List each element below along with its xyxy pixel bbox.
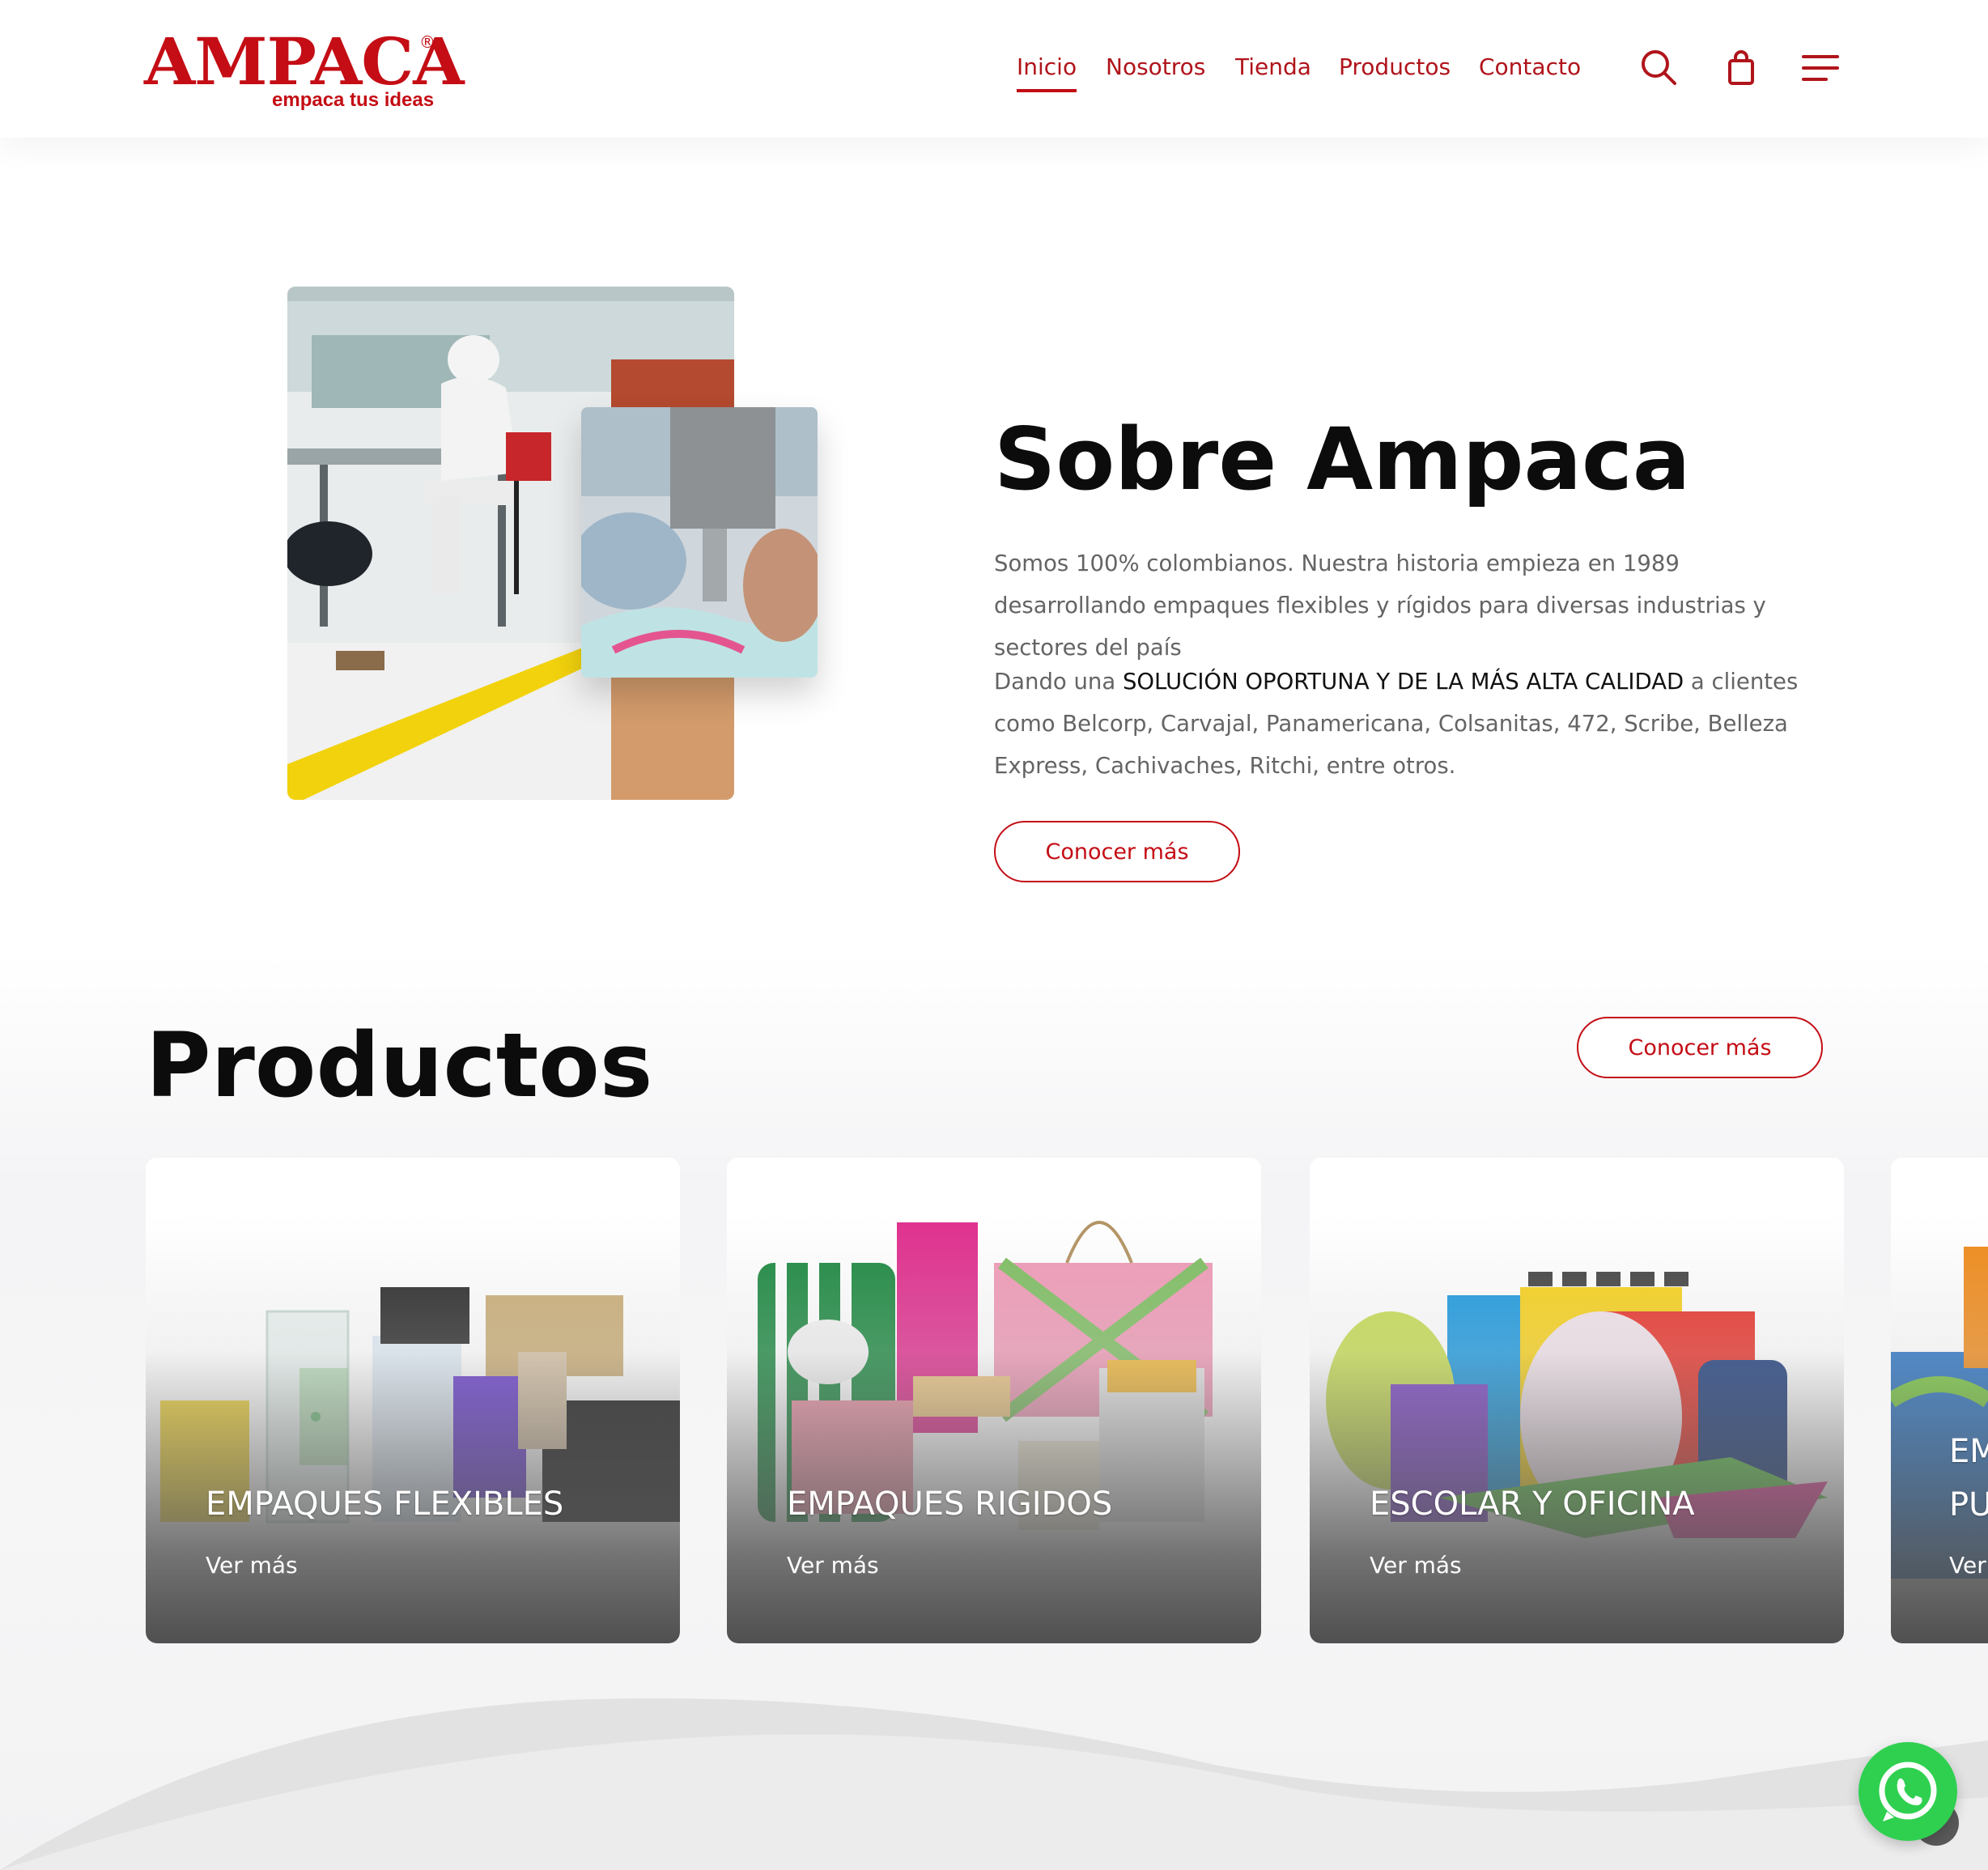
whatsapp-icon: [1879, 1762, 1937, 1821]
about-more-button[interactable]: Conocer más: [994, 821, 1240, 882]
menu-icon[interactable]: [1802, 53, 1839, 86]
products-more-button[interactable]: Conocer más: [1577, 1017, 1823, 1078]
about-title: Sobre Ampaca: [994, 410, 1691, 509]
sewing-machine-photo: [581, 407, 818, 678]
about-paragraph-clients: Dando una SOLUCIÓN OPORTUNA Y DE LA MÁS …: [994, 661, 1812, 787]
nav-tienda[interactable]: Tienda: [1235, 53, 1311, 80]
logo-tagline: empaca tus ideas: [272, 89, 435, 111]
product-card-escolar[interactable]: ESCOLAR Y OFICINA Ver más: [1310, 1158, 1844, 1643]
card-link[interactable]: Ver más: [787, 1552, 879, 1579]
product-card-rigidos[interactable]: EMPAQUES RIGIDOS Ver más: [727, 1158, 1261, 1643]
card-link[interactable]: Ver: [1949, 1552, 1986, 1579]
registered-mark: ®: [419, 32, 435, 52]
products-title: Productos: [146, 1014, 653, 1117]
card-link[interactable]: Ver más: [1370, 1552, 1462, 1579]
ampaca-logo[interactable]: AMPACA ® empaca tus ideas: [144, 29, 465, 118]
search-icon[interactable]: [1640, 49, 1677, 89]
site-header: AMPACA ® empaca tus ideas Inicio Nosotro…: [0, 0, 1988, 138]
nav-productos[interactable]: Productos: [1339, 53, 1451, 80]
about-paragraph-history: Somos 100% colombianos. Nuestra historia…: [994, 550, 1766, 661]
card-link[interactable]: Ver más: [206, 1552, 298, 1579]
card-title: EM PU: [1949, 1433, 1988, 1524]
product-card-partial[interactable]: EM PU Ver: [1891, 1158, 1988, 1643]
card-title: ESCOLAR Y OFICINA: [1370, 1485, 1695, 1523]
whatsapp-button[interactable]: [1858, 1742, 1957, 1841]
nav-inicio[interactable]: Inicio: [1017, 53, 1077, 92]
card-title: EMPAQUES FLEXIBLES: [206, 1485, 564, 1523]
logo-wordmark: AMPACA: [144, 23, 465, 100]
decorative-wave: [0, 1698, 1988, 1870]
nav-contacto[interactable]: Contacto: [1479, 53, 1581, 80]
product-card-flexibles[interactable]: EMPAQUES FLEXIBLES Ver más: [146, 1158, 680, 1643]
about-highlight: SOLUCIÓN OPORTUNA Y DE LA MÁS ALTA CALID…: [1122, 669, 1684, 695]
card-title: EMPAQUES RIGIDOS: [787, 1485, 1113, 1523]
shopping-bag-icon[interactable]: [1727, 50, 1755, 89]
nav-nosotros[interactable]: Nosotros: [1106, 53, 1205, 80]
about-text-before: Dando una: [994, 669, 1123, 695]
